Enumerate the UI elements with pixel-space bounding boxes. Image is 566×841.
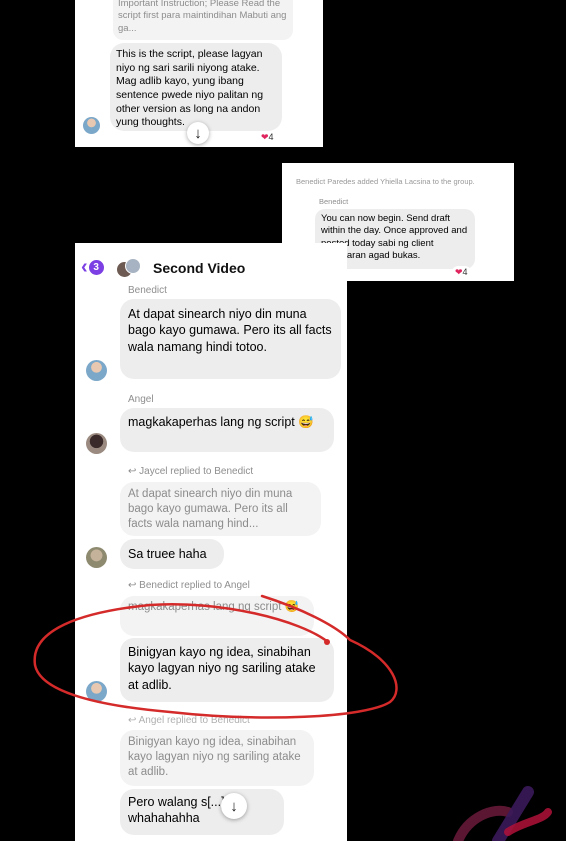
red-annotation-circle [33,594,398,719]
watermark-logo-icon [453,786,552,841]
